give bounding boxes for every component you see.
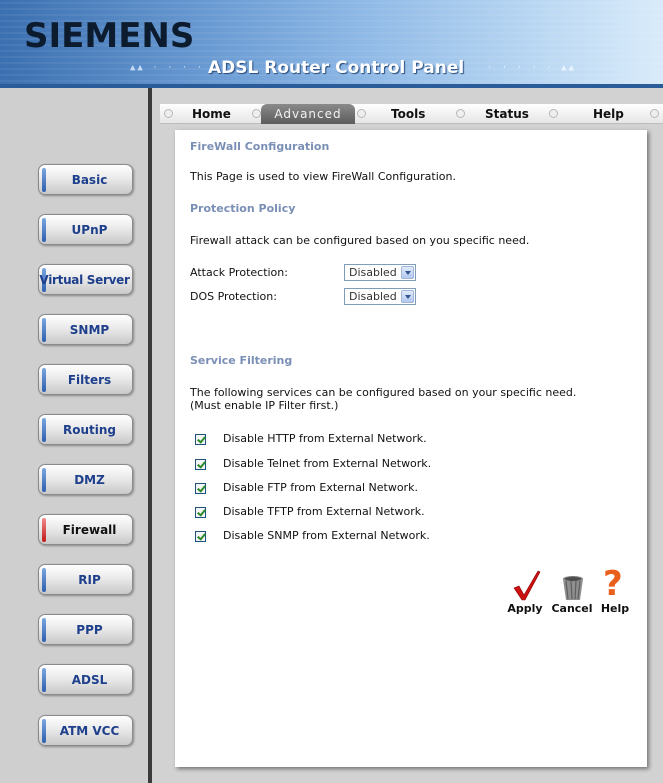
disable-tftp-checkbox[interactable] xyxy=(195,507,206,518)
sidebar-item-filters[interactable]: Filters xyxy=(38,364,133,395)
dos-protection-select[interactable]: Disabled xyxy=(344,288,416,305)
disable-ftp-label: Disable FTP from External Network. xyxy=(223,481,418,494)
page-title: FireWall Configuration xyxy=(190,140,330,153)
trash-can-icon xyxy=(563,576,583,600)
apply-button[interactable]: Apply xyxy=(505,570,545,616)
cancel-button[interactable]: Cancel xyxy=(549,570,595,616)
sidebar-item-label: Basic xyxy=(71,173,108,187)
button-tab-icon xyxy=(42,668,46,692)
button-tab-icon xyxy=(42,468,46,492)
sidebar-item-adsl[interactable]: ADSL xyxy=(38,664,133,695)
dos-protection-value: Disabled xyxy=(349,290,397,303)
nav-separator-icon xyxy=(164,109,173,118)
disable-telnet-label: Disable Telnet from External Network. xyxy=(223,457,432,470)
sidebar-item-snmp[interactable]: SNMP xyxy=(38,314,133,345)
top-navigation: Home Advanced Tools Status Help xyxy=(160,104,663,124)
service-filtering-note: (Must enable IP Filter first.) xyxy=(190,399,339,412)
attack-protection-select[interactable]: Disabled xyxy=(344,264,416,281)
sidebar-item-upnp[interactable]: UPnP xyxy=(38,214,133,245)
sidebar-item-label: SNMP xyxy=(69,323,110,337)
sidebar-item-label: ADSL xyxy=(71,673,108,687)
button-tab-icon xyxy=(42,368,46,392)
nav-separator-icon xyxy=(252,109,261,118)
disable-telnet-checkbox[interactable] xyxy=(195,459,206,470)
header-banner: SIEMENS ▲▲ · · · · · · ADSL Router Contr… xyxy=(0,0,663,88)
sidebar-item-label: Filters xyxy=(67,373,112,387)
button-tab-icon xyxy=(42,168,46,192)
siemens-logo: SIEMENS xyxy=(24,16,195,56)
nav-separator-icon xyxy=(650,109,659,118)
sidebar-item-basic[interactable]: Basic xyxy=(38,164,133,195)
sidebar-item-label: DMZ xyxy=(74,473,105,487)
chevron-down-icon xyxy=(401,290,414,303)
sidebar-item-atm-vcc[interactable]: ATM VCC xyxy=(38,715,133,746)
button-tab-icon xyxy=(42,518,46,542)
cancel-label: Cancel xyxy=(551,602,593,615)
nav-separator-icon xyxy=(549,109,558,118)
disable-tftp-label: Disable TFTP from External Network. xyxy=(223,505,425,518)
dos-protection-label: DOS Protection: xyxy=(190,290,277,303)
protection-policy-title: Protection Policy xyxy=(190,202,296,215)
protection-policy-description: Firewall attack can be configured based … xyxy=(190,234,530,247)
sidebar-item-ppp[interactable]: PPP xyxy=(38,614,133,645)
sidebar-item-label: Virtual Server xyxy=(39,273,130,287)
service-filtering-description: The following services can be configured… xyxy=(190,386,577,399)
tab-status[interactable]: Status xyxy=(485,104,529,124)
router-control-panel: SIEMENS ▲▲ · · · · · · ADSL Router Contr… xyxy=(0,0,663,783)
nav-separator-icon xyxy=(456,109,465,118)
sidebar-item-virtual-server[interactable]: Virtual Server xyxy=(38,264,133,295)
button-tab-icon xyxy=(42,568,46,592)
sidebar-item-label: ATM VCC xyxy=(59,724,120,738)
sidebar-item-firewall[interactable]: Firewall xyxy=(38,514,133,545)
service-filtering-title: Service Filtering xyxy=(190,354,293,367)
tab-help[interactable]: Help xyxy=(593,104,624,124)
button-tab-icon xyxy=(42,719,46,743)
tab-tools[interactable]: Tools xyxy=(391,104,425,124)
header-decoration-right: · · · · · ▲▲ xyxy=(487,63,577,73)
button-tab-icon xyxy=(42,618,46,642)
help-label: Help xyxy=(600,602,630,615)
button-tab-icon xyxy=(42,418,46,442)
nav-separator-icon xyxy=(357,109,366,118)
help-button[interactable]: ? Help xyxy=(597,564,633,616)
attack-protection-value: Disabled xyxy=(349,266,397,279)
sidebar-item-label: Routing xyxy=(62,423,116,437)
page-intro: This Page is used to view FireWall Confi… xyxy=(190,170,456,183)
sidebar-item-label: PPP xyxy=(76,623,103,637)
checkmark-icon xyxy=(513,570,541,601)
sidebar-item-label: UPnP xyxy=(71,223,108,237)
header-title: ADSL Router Control Panel xyxy=(208,58,465,78)
button-tab-icon xyxy=(42,318,46,342)
button-tab-icon xyxy=(42,218,46,242)
disable-snmp-label: Disable SNMP from External Network. xyxy=(223,529,430,542)
disable-snmp-checkbox[interactable] xyxy=(195,531,206,542)
content-panel: FireWall Configuration This Page is used… xyxy=(175,130,647,767)
attack-protection-label: Attack Protection: xyxy=(190,266,288,279)
disable-ftp-checkbox[interactable] xyxy=(195,483,206,494)
sidebar-item-rip[interactable]: RIP xyxy=(38,564,133,595)
apply-label: Apply xyxy=(507,602,543,615)
sidebar-item-label: Firewall xyxy=(62,523,117,537)
sidebar-item-dmz[interactable]: DMZ xyxy=(38,464,133,495)
disable-http-checkbox[interactable] xyxy=(195,434,206,445)
sidebar-item-routing[interactable]: Routing xyxy=(38,414,133,445)
tab-advanced[interactable]: Advanced xyxy=(261,104,355,124)
chevron-down-icon xyxy=(401,266,414,279)
question-mark-icon: ? xyxy=(603,564,623,604)
tab-home[interactable]: Home xyxy=(192,104,231,124)
disable-http-label: Disable HTTP from External Network. xyxy=(223,432,427,445)
sidebar-item-label: RIP xyxy=(78,573,101,587)
